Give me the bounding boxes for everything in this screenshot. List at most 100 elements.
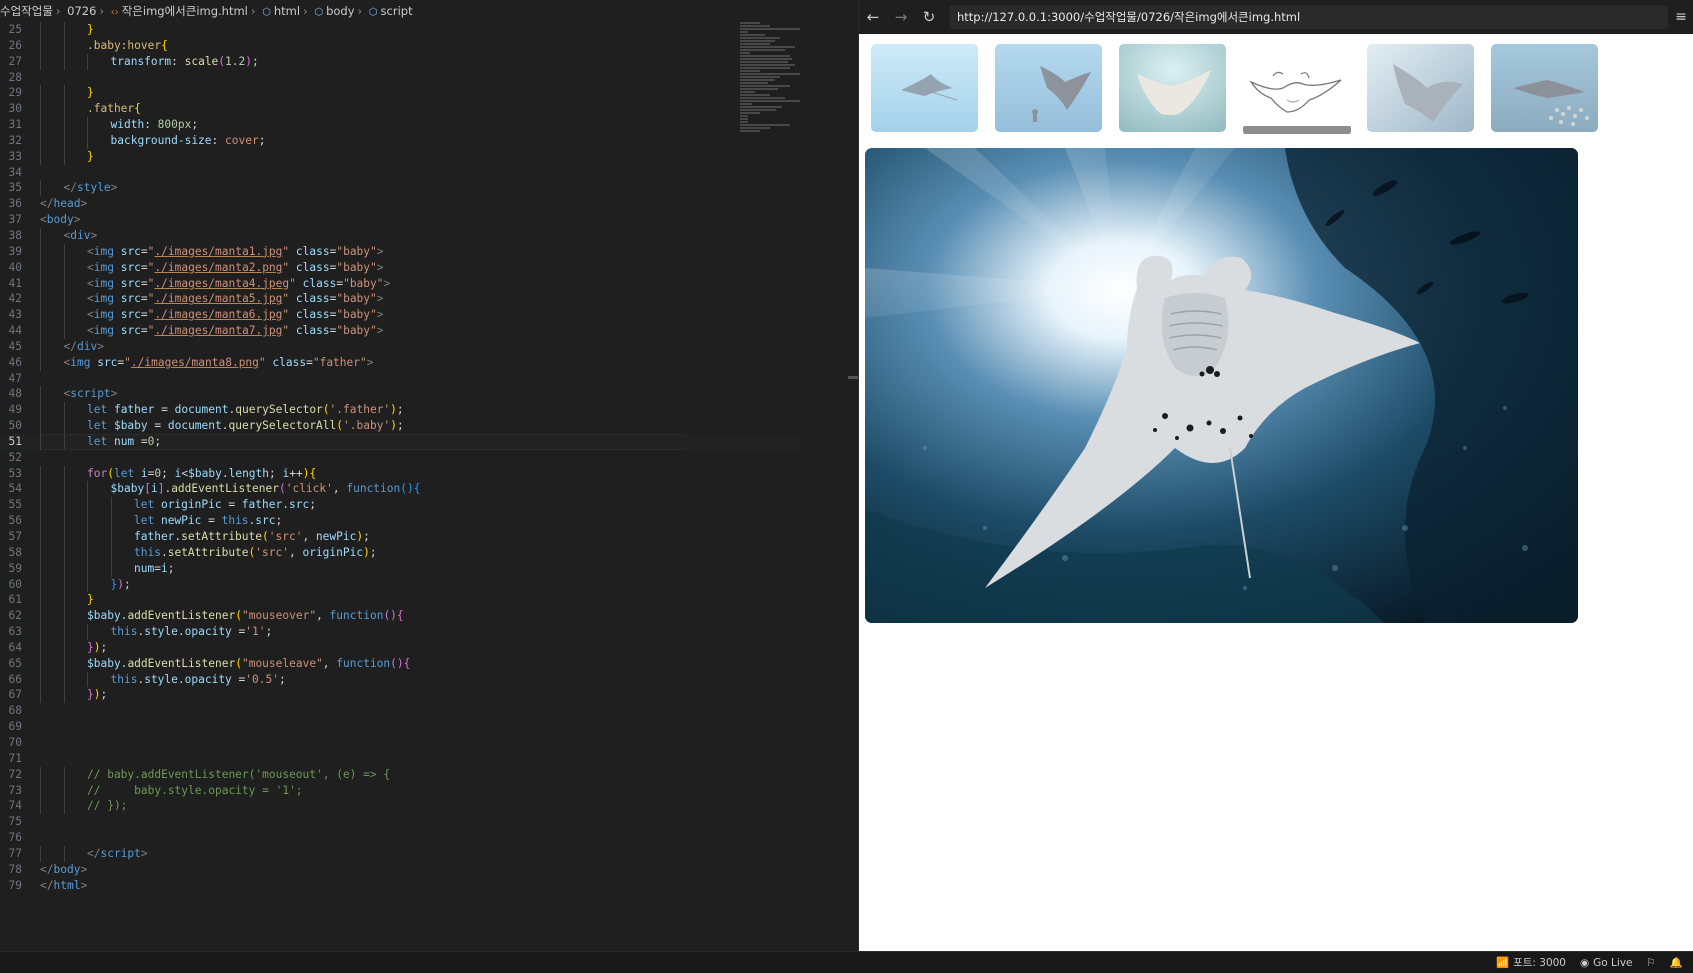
minimap[interactable] <box>740 22 800 192</box>
code-line[interactable]: 67}); <box>0 687 800 704</box>
code-line[interactable]: 55 let originPic = father.src; <box>0 497 800 514</box>
code-line[interactable]: 52 <box>0 450 800 466</box>
code-line[interactable]: 43 <img src="./images/manta6.jpg" class="… <box>0 307 800 324</box>
code-line[interactable]: 31 width: 800px; <box>0 117 800 133</box>
code-line[interactable]: 36 </head> <box>0 196 800 212</box>
code-line[interactable]: 56 let newPic = this.src; <box>0 513 800 529</box>
breadcrumb-script[interactable]: script <box>381 0 413 22</box>
breadcrumb-html[interactable]: html <box>274 0 300 22</box>
code-line[interactable]: 28 <box>0 70 800 86</box>
go-live-button[interactable]: ◉ Go Live <box>1580 957 1633 969</box>
code-area[interactable]: 25} 26 .baby:hover{27 transform: scale(1.2)… <box>0 22 800 893</box>
code-line[interactable]: 70 <box>0 735 800 751</box>
back-icon[interactable]: ← <box>859 8 887 26</box>
line-number: 64 <box>8 640 22 654</box>
code-line[interactable]: 34 <box>0 165 800 181</box>
reload-icon[interactable]: ↻ <box>915 8 943 26</box>
code-line[interactable]: 46 <img src="./images/manta8.png" class="… <box>0 354 800 371</box>
hamburger-menu-icon[interactable]: ≡ <box>1668 9 1693 25</box>
code-line[interactable]: 63 this.style.opacity ='1'; <box>0 624 800 640</box>
code-token: function <box>329 609 384 623</box>
code-line[interactable]: 30 .father{ <box>0 101 800 118</box>
thumbnail-manta4[interactable] <box>1119 44 1226 132</box>
thumbnail-manta6[interactable] <box>1367 44 1474 132</box>
code-line[interactable]: 61} <box>0 592 800 609</box>
code-line[interactable]: 29} <box>0 85 800 102</box>
code-line[interactable]: 53 for(let i=0; i<$baby.length; i++){ <box>0 465 800 482</box>
code-token: img <box>93 276 121 290</box>
line-number: 76 <box>8 831 22 845</box>
code-line[interactable]: 40 <img src="./images/manta2.png" class="… <box>0 259 800 276</box>
code-line[interactable]: 65 $baby.addEventListener("mouseleave", f… <box>0 655 800 672</box>
code-line[interactable]: 76 <box>0 830 800 846</box>
thumbnail-manta1[interactable] <box>871 44 978 132</box>
notifications-button[interactable]: 🔔 <box>1670 956 1683 969</box>
sash-handle[interactable] <box>848 376 858 379</box>
code-line[interactable]: 48 <script> <box>0 386 800 403</box>
code-line[interactable]: 71 <box>0 751 800 767</box>
code-line[interactable]: 26 .baby:hover{ <box>0 37 800 54</box>
url-bar[interactable]: http://127.0.0.1:3000/수업작업물/0726/작은img에서… <box>949 5 1668 29</box>
code-line[interactable]: 44 <img src="./images/manta7.jpg" class="… <box>0 323 800 339</box>
code-line[interactable]: 51 let num =0; <box>0 433 800 450</box>
indent-guide <box>63 243 65 260</box>
code-line[interactable]: 27 transform: scale(1.2); <box>0 53 800 70</box>
thumbnail-manta2[interactable] <box>995 44 1102 132</box>
line-number: 72 <box>8 767 22 781</box>
code-line[interactable]: 35 </style> <box>0 180 800 197</box>
code-line[interactable]: 50 let $baby = document.querySelectorAll(… <box>0 418 800 434</box>
code-token: > <box>140 846 148 860</box>
code-line[interactable]: 45 </div> <box>0 338 800 355</box>
code-line[interactable]: 39 <img src="./images/manta1.jpg" class="… <box>0 243 800 260</box>
code-line[interactable]: 54 $baby[i].addEventListener('click', fun… <box>0 481 800 498</box>
code-line[interactable]: 49 let father = document.querySelector('.… <box>0 402 800 419</box>
code-line[interactable]: 42 <img src="./images/manta5.jpg" class="… <box>0 291 800 308</box>
breadcrumb-file[interactable]: 작은img에서큰img.html <box>122 0 248 22</box>
code-line[interactable]: 47 <box>0 371 800 387</box>
code-line[interactable]: 72 // baby.addEventListener('mouseout', (… <box>0 766 800 783</box>
code-line[interactable]: 41 <img src="./images/manta4.jpeg" class=… <box>0 275 800 292</box>
feedback-button[interactable]: ⚐ <box>1647 957 1656 969</box>
thumbnail-manta8-sketch[interactable] <box>1243 40 1351 136</box>
indent-guide <box>63 766 65 783</box>
code-line[interactable]: 58 this.setAttribute('src', originPic); <box>0 544 800 561</box>
indent-guide <box>63 259 65 276</box>
breadcrumb-subfolder[interactable]: 0726 <box>67 0 96 22</box>
code-line[interactable]: 32 background-size: cover; <box>0 132 800 149</box>
code-line[interactable]: 73 // baby.style.opacity = '1'; <box>0 782 800 799</box>
line-number: 68 <box>8 704 22 718</box>
code-token: .baby:hover <box>87 38 162 52</box>
breadcrumb-body[interactable]: body <box>326 0 354 22</box>
indent-guide <box>87 481 88 498</box>
code-line[interactable]: 57 father.setAttribute('src', newPic); <box>0 529 800 545</box>
code-text: </style> <box>40 181 118 194</box>
code-line[interactable]: 37 <body> <box>0 212 800 228</box>
code-line[interactable]: 64}); <box>0 639 800 656</box>
line-number: 74 <box>8 799 22 813</box>
code-line[interactable]: 25} <box>0 22 800 38</box>
code-line[interactable]: 78 </body> <box>0 862 800 878</box>
code-token: , <box>288 545 303 559</box>
code-line[interactable]: 38 <div> <box>0 227 800 244</box>
code-text: $baby.addEventListener("mouseover", func… <box>40 609 404 622</box>
code-line[interactable]: 33} <box>0 148 800 165</box>
code-text: <img src="./images/manta4.jpeg" class="b… <box>40 277 390 290</box>
code-line[interactable]: 62 $baby.addEventListener("mouseover", fu… <box>0 608 800 625</box>
code-line[interactable]: 69 <box>0 719 800 735</box>
code-line[interactable]: 74 // }); <box>0 798 800 815</box>
code-line[interactable]: 75 <box>0 814 800 830</box>
minimap-line <box>740 40 775 42</box>
code-line[interactable]: 77 </script> <box>0 845 800 862</box>
code-line[interactable]: 68 <box>0 703 800 719</box>
forward-icon[interactable]: → <box>887 8 915 26</box>
breadcrumb-folder[interactable]: 수업작업물 <box>0 0 53 22</box>
code-token: ; <box>161 466 175 480</box>
code-line[interactable]: 79 </html> <box>0 878 800 894</box>
code-line[interactable]: 60}); <box>0 576 800 593</box>
code-line[interactable]: 66 this.style.opacity ='0.5'; <box>0 671 800 688</box>
port-status[interactable]: 📶 포트: 3000 <box>1496 955 1566 970</box>
thumbnail-manta7[interactable] <box>1491 44 1598 132</box>
code-editor[interactable]: 수업작업물 › 0726 › ‹› 작은img에서큰img.html › ⬡ html › … <box>0 0 800 952</box>
breadcrumb[interactable]: 수업작업물 › 0726 › ‹› 작은img에서큰img.html › ⬡ html › … <box>0 0 800 22</box>
code-line[interactable]: 59 num=i; <box>0 560 800 577</box>
